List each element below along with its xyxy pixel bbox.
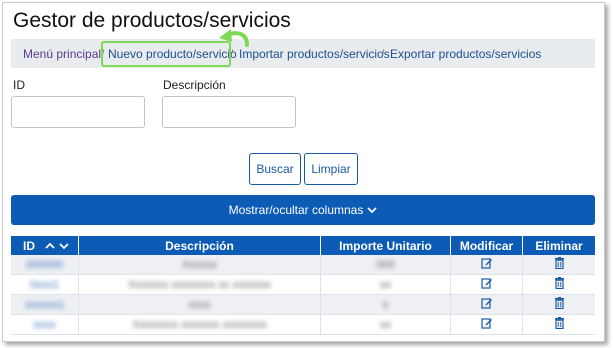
cell-unit-price: xx xyxy=(321,315,451,334)
column-header-modify: Modificar xyxy=(451,236,523,255)
breadcrumb-import-products[interactable]: Importar productos/servicios xyxy=(239,47,390,61)
table-body: 000000 Xxxxxx 000 0xxx1 Xxxxxxx xxxxxxxx xx … xyxy=(11,255,595,335)
table-row: xxxx Xxxxxxxx xxxxxxx xxxxxxxx xx xyxy=(11,315,595,335)
product-price: xx xyxy=(380,318,391,331)
cell-description: Xxxxxxx xxxxxxxx xx xxxxxxx xyxy=(79,275,321,294)
product-description: Xxxxxx xyxy=(182,258,217,271)
table-row: 000000 Xxxxxx 000 xyxy=(11,255,595,275)
product-id[interactable]: xxxxxx1 xyxy=(25,299,64,311)
breadcrumb-separator: / xyxy=(381,47,385,61)
highlight-box xyxy=(101,41,231,67)
trash-icon[interactable] xyxy=(554,277,565,292)
description-label: Descripción xyxy=(163,78,226,92)
cell-unit-price: x xyxy=(321,295,451,314)
edit-icon[interactable] xyxy=(480,317,493,332)
product-price: 000 xyxy=(376,258,395,271)
table-header: ID Descripción Importe Unitario Modifica… xyxy=(11,236,595,255)
product-description: xxxx xyxy=(188,298,211,311)
cell-description: Xxxxxxxx xxxxxxx xxxxxxxx xyxy=(79,315,321,334)
product-id[interactable]: xxxx xyxy=(34,319,56,331)
product-id[interactable]: 0xxx1 xyxy=(30,279,59,291)
chevron-down-icon[interactable] xyxy=(59,242,69,250)
product-price: x xyxy=(382,298,389,311)
column-header-description[interactable]: Descripción xyxy=(79,236,321,255)
breadcrumb-export-products[interactable]: Exportar productos/servicios xyxy=(390,47,541,61)
cell-id: 000000 xyxy=(11,255,79,274)
cell-description: Xxxxxx xyxy=(79,255,321,274)
cell-id: xxxxxx1 xyxy=(11,295,79,314)
column-header-unit-price[interactable]: Importe Unitario xyxy=(321,236,451,255)
trash-icon[interactable] xyxy=(554,317,565,332)
sort-controls xyxy=(45,242,69,250)
search-button[interactable]: Buscar xyxy=(249,153,301,185)
cell-unit-price: 000 xyxy=(321,255,451,274)
id-input[interactable] xyxy=(11,96,145,128)
column-header-delete: Eliminar xyxy=(535,238,583,253)
product-price: xx xyxy=(380,278,391,291)
trash-icon[interactable] xyxy=(554,257,565,272)
cell-modify xyxy=(451,275,523,294)
edit-icon[interactable] xyxy=(480,297,493,312)
columns-toggle-label: Mostrar/ocultar columnas xyxy=(228,203,364,217)
chevron-down-icon xyxy=(367,207,377,214)
product-description: Xxxxxxxx xxxxxxx xxxxxxxx xyxy=(132,318,267,331)
curved-arrow-icon xyxy=(219,29,249,47)
cell-delete xyxy=(523,315,595,334)
cell-delete xyxy=(523,255,595,274)
cell-modify xyxy=(451,315,523,334)
cell-delete xyxy=(523,295,595,314)
product-id[interactable]: 000000 xyxy=(26,259,63,271)
header-id-label: ID xyxy=(23,238,35,253)
product-description: Xxxxxxx xxxxxxxx xx xxxxxxx xyxy=(127,278,271,291)
cell-modify xyxy=(451,255,523,274)
app-window: Gestor de productos/servicios Menú princ… xyxy=(2,2,605,342)
columns-toggle-button[interactable]: Mostrar/ocultar columnas xyxy=(11,195,595,225)
edit-icon[interactable] xyxy=(480,277,493,292)
clear-button[interactable]: Limpiar xyxy=(304,153,358,185)
id-label: ID xyxy=(13,78,25,92)
edit-icon[interactable] xyxy=(480,257,493,272)
column-header-id[interactable]: ID xyxy=(11,236,79,255)
cell-delete xyxy=(523,275,595,294)
trash-icon[interactable] xyxy=(554,297,565,312)
cell-id: xxxx xyxy=(11,315,79,334)
table-row: xxxxxx1 xxxx x xyxy=(11,295,595,315)
cell-description: xxxx xyxy=(79,295,321,314)
products-table: ID Descripción Importe Unitario Modifica… xyxy=(11,236,595,335)
breadcrumb: Menú principal / Nuevo producto/servicio… xyxy=(11,39,595,68)
cell-modify xyxy=(451,295,523,314)
chevron-up-icon[interactable] xyxy=(45,242,55,250)
breadcrumb-main-menu[interactable]: Menú principal xyxy=(23,47,101,61)
cell-unit-price: xx xyxy=(321,275,451,294)
table-row: 0xxx1 Xxxxxxx xxxxxxxx xx xxxxxxx xx xyxy=(11,275,595,295)
description-input[interactable] xyxy=(162,96,296,128)
cell-id: 0xxx1 xyxy=(11,275,79,294)
